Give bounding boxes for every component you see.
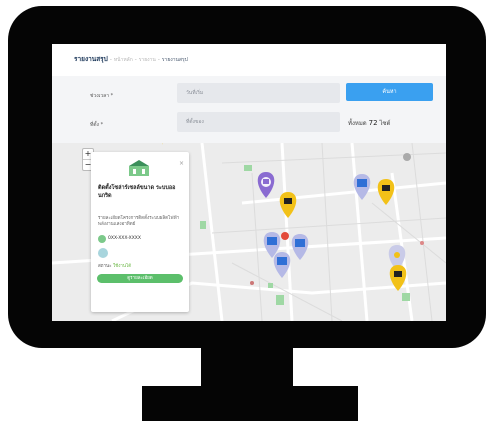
view-details-button[interactable]: ดูรายละเอียด bbox=[97, 274, 183, 283]
period-label: ช่วงเวลา * bbox=[90, 93, 114, 99]
location-label: ที่ตั้ง * bbox=[90, 122, 104, 128]
map-poi bbox=[250, 281, 254, 285]
site-status: สถานะ ใช้งานได้ bbox=[98, 262, 131, 269]
page-title: รายงานสรุป bbox=[74, 55, 108, 63]
filter-form: ช่วงเวลา * วันที่เริ่ม ค้นหา ที่ตั้ง * ท… bbox=[52, 76, 446, 143]
location-input[interactable]: ที่ตั้งของ bbox=[177, 112, 340, 132]
total-count-prefix: ทั้งหมด bbox=[348, 120, 367, 127]
total-count-unit: ไซต์ bbox=[379, 120, 391, 127]
phone-icon bbox=[98, 235, 106, 243]
map-pin-yellow bbox=[162, 143, 163, 145]
monitor-screen: รายงานสรุป - หน้าหลัก - รายงาน - รายงานส… bbox=[52, 44, 446, 321]
map-pin-lavender bbox=[291, 234, 309, 260]
site-name: ติดตั้งโซล่าร์เซลล์ขนาด ระบบออนกริด bbox=[98, 185, 176, 199]
map-pin-lavender bbox=[273, 252, 291, 278]
site-phone[interactable]: 0XX-XXX-XXXX bbox=[108, 236, 141, 241]
park-area bbox=[244, 165, 252, 171]
search-button[interactable]: ค้นหา bbox=[346, 83, 433, 101]
breadcrumb: รายงานสรุป - หน้าหลัก - รายงาน - รายงานส… bbox=[74, 54, 188, 64]
site-description: รายละเอียดโครงการติดตั้งระบบผลิตไฟฟ้าพลั… bbox=[98, 216, 180, 227]
monitor-neck bbox=[201, 346, 293, 386]
map-view[interactable]: + − × ติดตั้งโซล่าร์เซลล์ขนาด ระบบออนกริ… bbox=[52, 143, 446, 321]
breadcrumb-report-link[interactable]: รายงาน bbox=[139, 57, 156, 63]
total-count-value: 72 bbox=[368, 119, 378, 127]
breadcrumb-current: รายงานสรุป bbox=[161, 57, 188, 63]
status-label: สถานะ bbox=[98, 264, 112, 269]
monitor-stand bbox=[142, 386, 358, 421]
status-value: ใช้งานได้ bbox=[112, 264, 132, 269]
total-count: ทั้งหมด 72 ไซต์ bbox=[348, 118, 390, 128]
solar-logo-icon bbox=[129, 160, 149, 176]
monitor-bezel: รายงานสรุป - หน้าหลัก - รายงาน - รายงานส… bbox=[8, 6, 486, 348]
park-area bbox=[276, 295, 284, 305]
map-poi bbox=[403, 153, 411, 161]
map-pin-yellow bbox=[377, 179, 395, 205]
page-header: รายงานสรุป - หน้าหลัก - รายงาน - รายงานส… bbox=[52, 44, 446, 76]
map-poi bbox=[420, 241, 424, 245]
breadcrumb-home-link[interactable]: หน้าหลัก bbox=[114, 57, 133, 63]
park-area bbox=[268, 283, 273, 288]
map-pin-yellow bbox=[279, 192, 297, 218]
map-pin-red bbox=[281, 232, 289, 240]
site-info-popup: × ติดตั้งโซล่าร์เซลล์ขนาด ระบบออนกริด รา… bbox=[91, 152, 189, 312]
park-area bbox=[200, 221, 206, 229]
map-pin-purple bbox=[257, 172, 275, 198]
close-icon[interactable]: × bbox=[179, 160, 184, 167]
period-input[interactable]: วันที่เริ่ม bbox=[177, 83, 340, 103]
park-area bbox=[402, 293, 410, 301]
status-indicator-icon bbox=[98, 248, 108, 258]
